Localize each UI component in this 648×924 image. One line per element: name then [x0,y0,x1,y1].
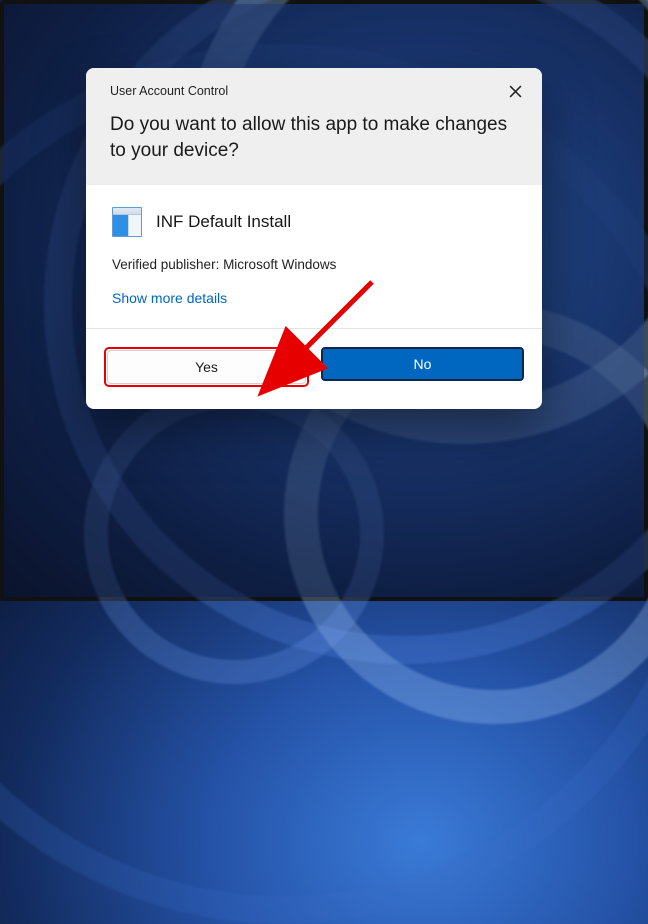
annotation-highlight-box: Yes [104,347,309,387]
close-icon [509,85,522,101]
app-name: INF Default Install [156,212,291,232]
dialog-footer: Yes No [86,328,542,409]
publisher-line: Verified publisher: Microsoft Windows [112,257,516,272]
dialog-title: User Account Control [110,84,518,98]
close-button[interactable] [502,80,528,106]
show-more-details-link[interactable]: Show more details [112,290,227,306]
app-info-row: INF Default Install [112,207,516,237]
no-button[interactable]: No [321,347,524,381]
dialog-body: INF Default Install Verified publisher: … [86,185,542,328]
dialog-prompt: Do you want to allow this app to make ch… [110,112,518,163]
yes-button[interactable]: Yes [107,350,306,384]
app-icon [112,207,142,237]
uac-dialog: User Account Control Do you want to allo… [86,68,542,409]
dialog-header: User Account Control Do you want to allo… [86,68,542,185]
